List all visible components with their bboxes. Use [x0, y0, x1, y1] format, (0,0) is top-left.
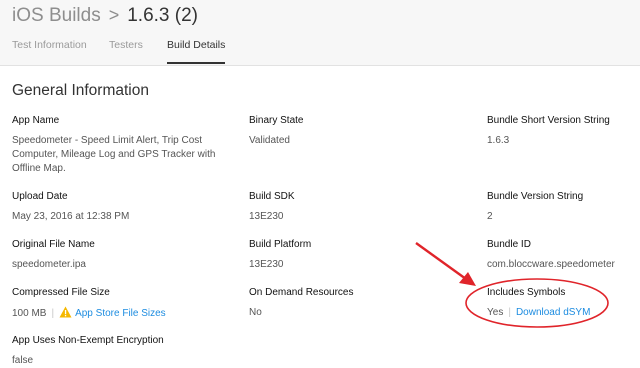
tab-testers[interactable]: Testers	[109, 37, 143, 64]
field-compressed-file-size: Compressed File Size 100 MB | App Store Fi…	[12, 286, 227, 323]
field-label: Bundle ID	[487, 239, 531, 250]
field-upload-date: Upload Date May 23, 2016 at 12:38 PM	[12, 190, 227, 224]
breadcrumb-chevron-icon: >	[108, 5, 120, 25]
field-value: speedometer.ipa	[12, 259, 86, 270]
field-label: Build SDK	[249, 191, 295, 202]
page-header: iOS Builds >1.6.3 (2) Test Information Te…	[0, 0, 640, 66]
breadcrumb: iOS Builds >1.6.3 (2)	[12, 5, 198, 27]
field-label: App Name	[12, 115, 60, 126]
field-bundle-short-version: Bundle Short Version String 1.6.3	[487, 114, 637, 148]
field-value: May 23, 2016 at 12:38 PM	[12, 211, 130, 222]
field-value: 13E230	[249, 211, 284, 222]
field-label: Build Platform	[249, 239, 312, 250]
tab-bar: Test Information Testers Build Details	[12, 37, 640, 65]
field-build-platform: Build Platform 13E230	[249, 238, 464, 272]
field-build-sdk: Build SDK 13E230	[249, 190, 464, 224]
value-divider: |	[51, 308, 55, 319]
field-value: Speedometer - Speed Limit Alert, Trip Co…	[12, 135, 216, 174]
field-label: Bundle Short Version String	[487, 115, 610, 126]
field-label: On Demand Resources	[249, 287, 354, 298]
field-non-exempt-encryption: App Uses Non-Exempt Encryption false	[12, 334, 227, 368]
field-label: Compressed File Size	[12, 287, 110, 298]
annotation-arrow-head	[459, 272, 476, 286]
field-bundle-id: Bundle ID com.bloccware.speedometer	[487, 238, 637, 272]
field-label: Upload Date	[12, 191, 68, 202]
field-value: Validated	[249, 135, 290, 146]
warning-icon	[59, 306, 72, 323]
app-store-file-sizes-link[interactable]: App Store File Sizes	[75, 308, 166, 319]
field-label: Original File Name	[12, 239, 95, 250]
field-includes-symbols: Includes Symbols Yes | Download dSYM	[487, 286, 637, 320]
field-value: Yes	[487, 307, 504, 318]
field-label: Bundle Version String	[487, 191, 584, 202]
breadcrumb-ios-builds[interactable]: iOS Builds	[12, 5, 101, 26]
field-binary-state: Binary State Validated	[249, 114, 464, 148]
field-value: com.bloccware.speedometer	[487, 259, 615, 270]
field-value: 13E230	[249, 259, 284, 270]
field-value: No	[249, 307, 262, 318]
field-app-name: App Name Speedometer - Speed Limit Alert…	[12, 114, 227, 176]
value-divider: |	[508, 307, 511, 318]
field-value: 2	[487, 211, 493, 222]
field-value-row: Yes | Download dSYM	[487, 306, 637, 320]
tab-test-information[interactable]: Test Information	[12, 37, 87, 64]
download-dsym-link[interactable]: Download dSYM	[516, 307, 590, 318]
field-value-row: 100 MB | App Store File Sizes	[12, 306, 227, 323]
section-title: General Information	[12, 82, 149, 99]
field-label: App Uses Non-Exempt Encryption	[12, 335, 164, 346]
field-value: 1.6.3	[487, 135, 510, 146]
tab-build-details[interactable]: Build Details	[167, 37, 226, 64]
field-original-file-name: Original File Name speedometer.ipa	[12, 238, 227, 272]
field-label: Binary State	[249, 115, 304, 126]
field-on-demand-resources: On Demand Resources No	[249, 286, 464, 320]
field-label: Includes Symbols	[487, 287, 566, 298]
field-bundle-version: Bundle Version String 2	[487, 190, 637, 224]
breadcrumb-current-build: 1.6.3 (2)	[127, 5, 198, 26]
field-value: 100 MB	[12, 308, 47, 319]
